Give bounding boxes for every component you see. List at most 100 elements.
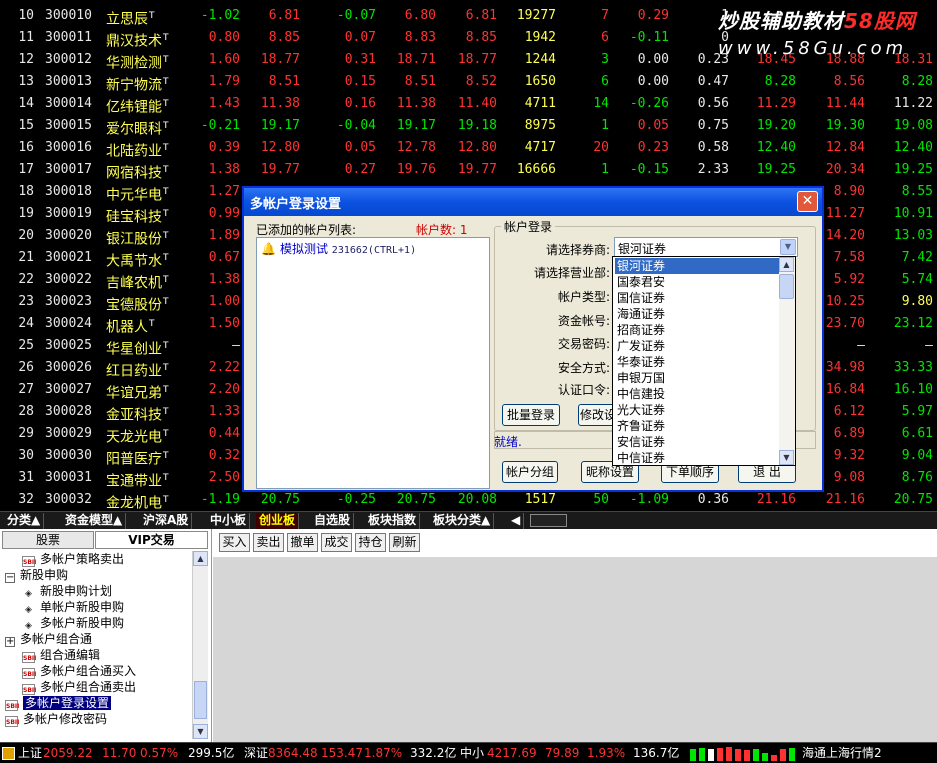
stock-cell: 2.50 bbox=[208, 470, 240, 485]
tab-vip-trade[interactable]: VIP交易 bbox=[95, 531, 208, 549]
tree-item[interactable]: ◈ 新股申购计划 bbox=[22, 583, 112, 599]
document-icon: SBII bbox=[22, 684, 36, 695]
tab-2[interactable]: 沪深A股 bbox=[140, 513, 193, 529]
tab-4[interactable]: 创业板 bbox=[256, 513, 300, 529]
broker-option[interactable]: 申银万国 bbox=[615, 370, 779, 386]
broker-option[interactable]: 安信证券 bbox=[615, 434, 779, 450]
tree-item[interactable]: + 多帐户组合通 bbox=[5, 631, 92, 647]
broker-option[interactable]: 中信证券 bbox=[615, 450, 779, 466]
tab-stock[interactable]: 股票 bbox=[2, 531, 94, 549]
stock-cell: 8.85 bbox=[268, 30, 300, 45]
broker-option[interactable]: 海通证券 bbox=[615, 306, 779, 322]
tree-item[interactable]: SBII 多帐户登录设置 bbox=[5, 695, 112, 711]
stock-row[interactable]: 16 300016 北陆药业T 0.39 12.80 0.05 12.78 12.80 4717… bbox=[0, 137, 937, 160]
tree-item[interactable]: ◈ 单帐户新股申购 bbox=[22, 599, 124, 615]
stock-cell: 12.78 bbox=[396, 140, 436, 155]
toolbar-button[interactable]: 刷新 bbox=[389, 533, 420, 552]
trade-password-label: 交易密码: bbox=[557, 337, 610, 351]
toolbar-button[interactable]: 买入 bbox=[219, 533, 250, 552]
tradable-mark: T bbox=[163, 473, 169, 483]
close-icon[interactable]: ✕ bbox=[797, 191, 818, 212]
toolbar-button[interactable]: 持仓 bbox=[355, 533, 386, 552]
dropdown-scrollbar[interactable]: ▲ ▼ bbox=[779, 257, 795, 465]
tab-8[interactable]: ◀ bbox=[508, 513, 525, 529]
scroll-up-icon[interactable]: ▲ bbox=[779, 257, 794, 272]
status-menu-icon[interactable] bbox=[2, 747, 15, 760]
breadth-bar bbox=[744, 750, 750, 761]
server-name[interactable]: 海通上海行情2 bbox=[802, 743, 882, 763]
tab-0[interactable]: 分类▲ bbox=[4, 513, 45, 529]
tradable-mark: T bbox=[163, 451, 169, 461]
tree-item[interactable]: − 新股申购 bbox=[5, 567, 68, 583]
account-list-item[interactable]: 🔔 模拟测试 231662(CTRL+1) bbox=[261, 240, 416, 257]
dropdown-scroll-thumb[interactable] bbox=[779, 274, 794, 299]
stock-row[interactable]: 32 300032 金龙机电T -1.19 20.75 -0.25 20.75 20.08 15… bbox=[0, 489, 937, 511]
toolbar-button[interactable]: 卖出 bbox=[253, 533, 284, 552]
stock-cell: 0.47 bbox=[697, 74, 729, 89]
tree-item[interactable]: ◈ 多帐户新股申购 bbox=[22, 615, 124, 631]
account-group-button[interactable]: 帐户分组 bbox=[502, 461, 558, 483]
batch-login-button[interactable]: 批量登录 bbox=[502, 404, 560, 426]
broker-option[interactable]: 广发证券 bbox=[615, 338, 779, 354]
tree-item[interactable]: SBII 多帐户组合通卖出 bbox=[22, 679, 136, 695]
tab-1[interactable]: 资金模型▲ bbox=[62, 513, 127, 529]
tab-scrollbar[interactable] bbox=[530, 514, 567, 527]
tree-scroll-thumb[interactable] bbox=[194, 681, 207, 719]
expand-plus-icon[interactable]: + bbox=[5, 637, 15, 647]
zx-pct: 1.93% bbox=[587, 746, 626, 760]
collapse-minus-icon[interactable]: − bbox=[5, 573, 15, 583]
dialog-titlebar[interactable]: 多帐户登录设置 ✕ bbox=[244, 188, 822, 216]
stock-cell: 8.51 bbox=[268, 74, 300, 89]
broker-option[interactable]: 国泰君安 bbox=[615, 274, 779, 290]
broker-option[interactable]: 国信证券 bbox=[615, 290, 779, 306]
stock-row[interactable]: 17 300017 网宿科技T 1.38 19.77 0.27 19.76 19.77 1666… bbox=[0, 159, 937, 182]
index-statusbar: 上证 2059.22 11.70 0.57% 299.5亿 深证 8364.48… bbox=[0, 742, 937, 763]
stock-cell: 9.04 bbox=[901, 448, 933, 463]
breadth-bar bbox=[780, 749, 786, 761]
scroll-down-icon[interactable]: ▼ bbox=[193, 724, 208, 739]
row-index: 30 bbox=[18, 448, 34, 463]
stock-code: 300028 bbox=[45, 404, 92, 419]
tree-item[interactable]: SBII 组合通编辑 bbox=[22, 647, 100, 663]
broker-option[interactable]: 齐鲁证券 bbox=[615, 418, 779, 434]
toolbar-button[interactable]: 成交 bbox=[321, 533, 352, 552]
tree-item[interactable]: SBII 多帐户组合通买入 bbox=[22, 663, 136, 679]
stock-cell: 19.18 bbox=[457, 118, 497, 133]
tree-item[interactable]: SBII 多帐户策略卖出 bbox=[22, 551, 124, 567]
tab-5[interactable]: 自选股 bbox=[311, 513, 355, 529]
stock-row[interactable]: 13 300013 新宁物流T 1.79 8.51 0.15 8.51 8.52 1650 6 0.… bbox=[0, 71, 937, 94]
tab-3[interactable]: 中小板 bbox=[207, 513, 251, 529]
scroll-down-icon[interactable]: ▼ bbox=[779, 450, 794, 465]
account-list[interactable]: 🔔 模拟测试 231662(CTRL+1) bbox=[256, 237, 490, 489]
tree-scrollbar[interactable]: ▲ ▼ bbox=[192, 551, 208, 739]
tab-7[interactable]: 板块分类▲ bbox=[430, 513, 495, 529]
broker-option[interactable]: 招商证券 bbox=[615, 322, 779, 338]
stock-cell: 0.16 bbox=[344, 96, 376, 111]
stock-cell: 21.16 bbox=[825, 492, 865, 507]
broker-option[interactable]: 华泰证券 bbox=[615, 354, 779, 370]
stock-cell: 2.33 bbox=[697, 162, 729, 177]
account-count: 帐户数: 1 bbox=[416, 223, 468, 237]
broker-dropdown-list[interactable]: 银河证券 国泰君安 国信证券 海通证券 招商证券 广发证券 华泰证券 申银万国 中信建投 光大证券… bbox=[612, 256, 796, 466]
scroll-up-icon[interactable]: ▲ bbox=[193, 551, 208, 566]
broker-option[interactable]: 中信建投 bbox=[615, 386, 779, 402]
row-index: 32 bbox=[18, 492, 34, 507]
stock-cell: 11.29 bbox=[756, 96, 796, 111]
stock-cell: – bbox=[925, 338, 933, 353]
stock-cell: 1517 bbox=[524, 492, 556, 507]
tradable-mark: T bbox=[163, 165, 169, 175]
chevron-down-icon[interactable]: ▼ bbox=[780, 239, 796, 255]
sh-pct: 0.57% bbox=[140, 746, 179, 760]
broker-select[interactable]: 银河证券 ▼ bbox=[614, 237, 798, 257]
tree-item[interactable]: SBII 多帐户修改密码 bbox=[5, 711, 107, 727]
toolbar-button[interactable]: 撤单 bbox=[287, 533, 318, 552]
stock-row[interactable]: 15 300015 爱尔眼科T -0.21 19.17 -0.04 19.17 19.18 89… bbox=[0, 115, 937, 138]
broker-option[interactable]: 银河证券 bbox=[615, 258, 779, 274]
stock-code: 300030 bbox=[45, 448, 92, 463]
tab-6[interactable]: 板块指数 bbox=[365, 513, 421, 529]
stock-cell: 0.36 bbox=[697, 492, 729, 507]
stock-cell: -0.04 bbox=[336, 118, 376, 133]
stock-row[interactable]: 14 300014 亿纬锂能T 1.43 11.38 0.16 11.38 11.40 4711… bbox=[0, 93, 937, 116]
broker-option[interactable]: 光大证券 bbox=[615, 402, 779, 418]
row-index: 26 bbox=[18, 360, 34, 375]
